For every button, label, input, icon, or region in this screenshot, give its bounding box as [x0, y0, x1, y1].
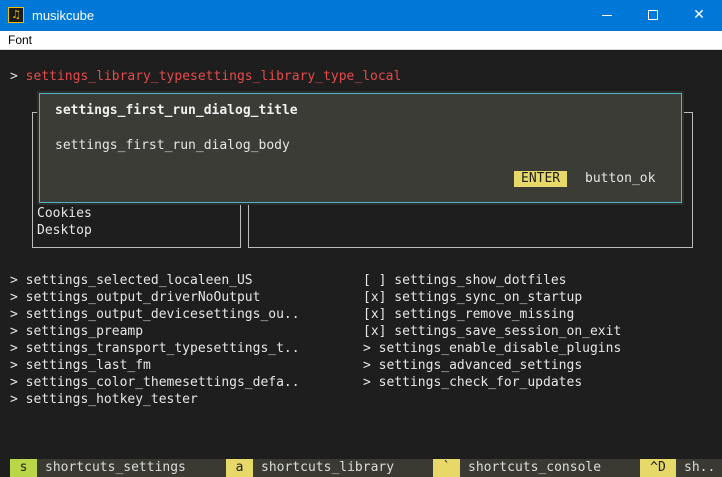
dialog-title: settings_first_run_dialog_title — [55, 103, 298, 118]
maximize-button[interactable] — [630, 0, 676, 31]
checkbox-save-session[interactable]: [x] settings_save_session_on_exit — [363, 323, 621, 340]
shortcut-key-console[interactable]: ` — [433, 459, 460, 477]
title-bar: ♫ musikcube ✕ — [0, 0, 722, 31]
music-note-icon: ♫ — [8, 7, 24, 23]
shortcut-label-more[interactable]: sh.. — [676, 459, 722, 477]
settings-transport-type[interactable]: > settings_transport_typesettings_t.. — [10, 340, 300, 357]
shortcut-key-library[interactable]: a — [226, 459, 253, 477]
enter-key-hint[interactable]: ENTER — [514, 171, 568, 187]
library-marker: > — [10, 69, 18, 84]
library-type-label: settings_library_typesettings_library_ty… — [25, 69, 402, 84]
terminal-area: > settings_library_typesettings_library_… — [0, 50, 722, 477]
list-item[interactable]: Desktop — [37, 222, 92, 239]
checkbox-remove-missing[interactable]: [x] settings_remove_missing — [363, 306, 574, 323]
ok-button[interactable]: button_ok — [585, 171, 655, 187]
settings-enable-disable-plugins[interactable]: > settings_enable_disable_plugins — [363, 340, 621, 357]
settings-last-fm[interactable]: > settings_last_fm — [10, 357, 151, 374]
window-title: musikcube — [32, 8, 95, 23]
library-type-row[interactable]: > settings_library_typesettings_library_… — [10, 68, 401, 85]
menu-bar: Font — [0, 31, 722, 50]
settings-locale[interactable]: > settings_selected_localeen_US — [10, 272, 253, 289]
settings-output-driver[interactable]: > settings_output_driverNoOutput — [10, 289, 260, 306]
shortcut-label-settings[interactable]: shortcuts_settings — [37, 459, 226, 477]
close-button[interactable]: ✕ — [676, 0, 722, 31]
dialog-body: settings_first_run_dialog_body — [55, 138, 290, 153]
checkbox-show-dotfiles[interactable]: [ ] settings_show_dotfiles — [363, 272, 567, 289]
checkbox-sync-on-startup[interactable]: [x] settings_sync_on_startup — [363, 289, 582, 306]
settings-hotkey-tester[interactable]: > settings_hotkey_tester — [10, 391, 198, 408]
minimize-icon — [602, 14, 612, 16]
settings-color-theme[interactable]: > settings_color_themesettings_defa.. — [10, 374, 300, 391]
close-icon: ✕ — [693, 7, 705, 23]
shortcut-key-ctrl-d[interactable]: ^D — [640, 459, 676, 477]
shortcut-label-library[interactable]: shortcuts_library — [253, 459, 433, 477]
minimize-button[interactable] — [584, 0, 630, 31]
settings-output-device[interactable]: > settings_output_devicesettings_ou.. — [10, 306, 300, 323]
shortcut-label-console[interactable]: shortcuts_console — [460, 459, 640, 477]
maximize-icon — [648, 10, 658, 20]
settings-advanced[interactable]: > settings_advanced_settings — [363, 357, 582, 374]
menu-font[interactable]: Font — [8, 33, 32, 47]
settings-check-for-updates[interactable]: > settings_check_for_updates — [363, 374, 582, 391]
settings-preamp[interactable]: > settings_preamp — [10, 323, 143, 340]
shortcut-key-settings[interactable]: s — [10, 459, 37, 477]
list-item[interactable]: Cookies — [37, 205, 92, 222]
shortcut-bar: s shortcuts_settings a shortcuts_library… — [0, 459, 722, 477]
first-run-dialog: settings_first_run_dialog_title settings… — [39, 93, 682, 203]
